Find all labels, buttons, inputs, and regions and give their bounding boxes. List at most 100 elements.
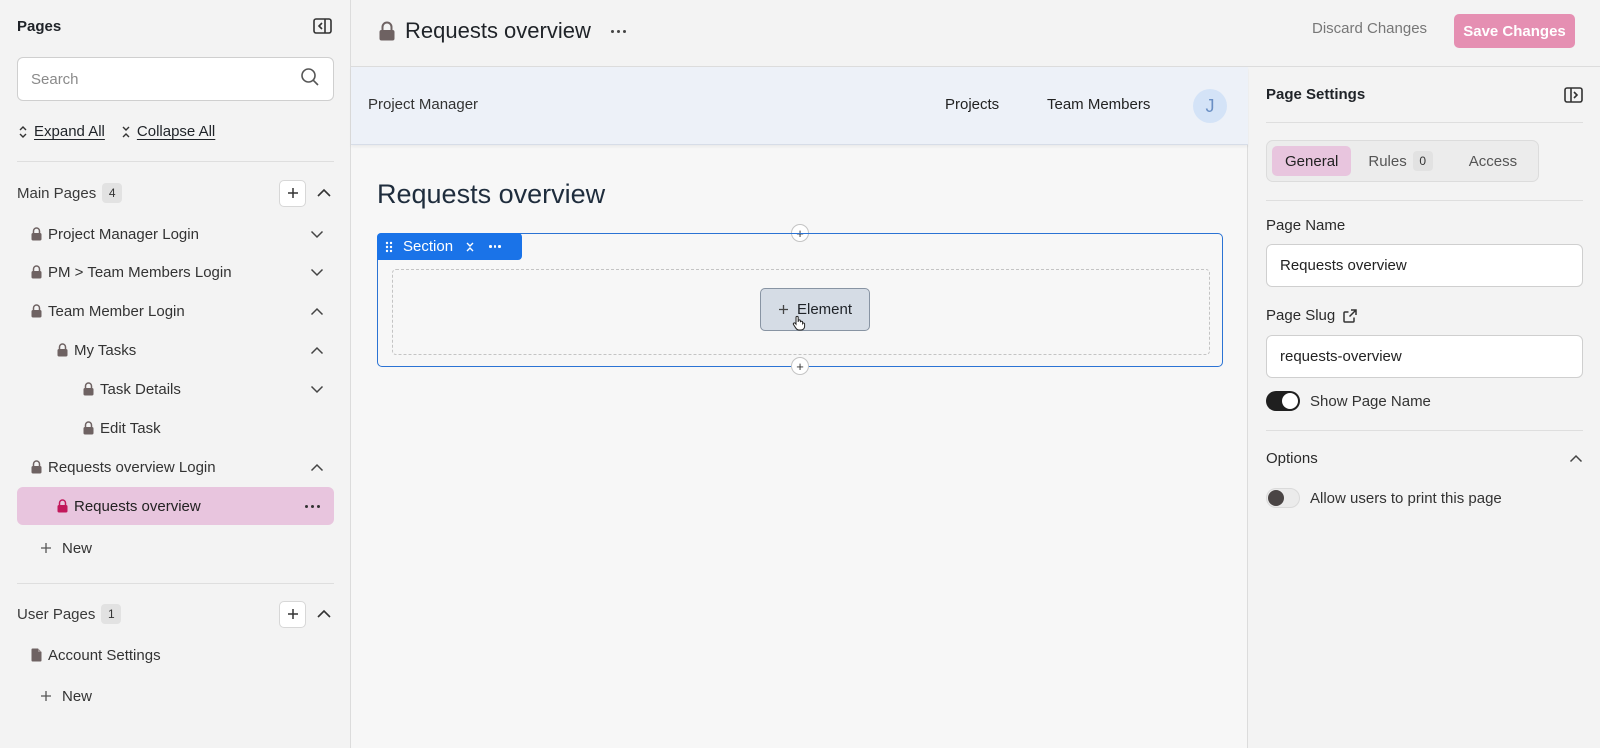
collapse-panel-icon[interactable]	[1564, 86, 1583, 103]
tree-item-task-details[interactable]: Task Details	[17, 370, 334, 408]
external-link-icon[interactable]	[1343, 308, 1357, 323]
plus-icon	[778, 305, 788, 314]
tree-item-edit-task[interactable]: Edit Task	[17, 409, 334, 447]
tree-item-account-settings[interactable]: Account Settings	[17, 636, 334, 674]
pages-sidebar: Pages Expand All Collapse All Main	[0, 0, 351, 748]
tab-general[interactable]: General	[1272, 146, 1352, 176]
user-pages-group-header: User Pages 1	[17, 600, 334, 628]
tree-item-team-member-login[interactable]: Team Member Login	[17, 292, 334, 330]
discard-changes-button[interactable]: Discard Changes	[1312, 20, 1427, 37]
show-page-name-label: Show Page Name	[1310, 392, 1431, 410]
settings-header: Page Settings	[1266, 86, 1583, 103]
expand-icon	[19, 125, 27, 138]
collapse-section-icon[interactable]	[465, 241, 475, 253]
file-icon	[31, 648, 42, 662]
page-canvas: Project Manager Projects Team Members J …	[351, 67, 1248, 748]
new-label: New	[62, 539, 93, 557]
collapse-sidebar-icon[interactable]	[311, 16, 333, 36]
page-name-input[interactable]	[1280, 257, 1569, 274]
page-name-label: Page Name	[1266, 217, 1346, 234]
tree-item-label: Task Details	[100, 380, 181, 398]
tree-item-requests-overview[interactable]: Requests overview	[17, 487, 334, 525]
tree-item-label: Team Member Login	[48, 302, 185, 320]
section-more-icon[interactable]	[489, 245, 501, 248]
page-name-field[interactable]	[1266, 244, 1583, 287]
nav-link-projects[interactable]: Projects	[945, 96, 999, 113]
sidebar-title: Pages	[17, 17, 62, 35]
main-pages-count-badge: 4	[102, 183, 123, 203]
collapse-icon	[122, 126, 130, 137]
lock-icon	[379, 21, 395, 41]
search-box[interactable]	[17, 57, 334, 101]
chevron-up-icon[interactable]	[310, 307, 324, 316]
drag-handle-icon[interactable]	[385, 241, 393, 253]
tree-item-label: Project Manager Login	[48, 225, 199, 243]
divider	[17, 161, 334, 162]
chevron-down-icon[interactable]	[310, 268, 324, 277]
search-icon[interactable]	[300, 67, 320, 91]
chevron-up-icon[interactable]	[310, 463, 324, 472]
avatar[interactable]: J	[1193, 89, 1227, 123]
allow-print-toggle[interactable]	[1266, 488, 1300, 508]
show-page-name-toggle[interactable]	[1266, 391, 1300, 411]
chevron-down-icon[interactable]	[310, 385, 324, 394]
tree-item-label: Requests overview	[74, 497, 201, 515]
expand-collapse-controls: Expand All Collapse All	[18, 123, 215, 140]
chevron-down-icon[interactable]	[310, 230, 324, 239]
add-section-below-button[interactable]: +	[791, 357, 809, 375]
collapse-all-link[interactable]: Collapse All	[121, 123, 215, 140]
tab-rules[interactable]: Rules 0	[1355, 146, 1445, 176]
divider	[1266, 200, 1583, 201]
tab-access[interactable]: Access	[1456, 146, 1530, 176]
settings-title: Page Settings	[1266, 86, 1366, 103]
tree-item-label: Edit Task	[100, 419, 161, 437]
page-title: Requests overview	[405, 18, 591, 43]
user-pages-label: User Pages	[17, 605, 96, 623]
page-settings-panel: Page Settings General Rules 0 Access Pag…	[1249, 67, 1600, 748]
allow-print-label: Allow users to print this page	[1310, 489, 1502, 507]
add-main-page-button[interactable]	[279, 179, 306, 207]
tree-item-pm-team-members-login[interactable]: PM > Team Members Login	[17, 253, 334, 291]
lock-icon	[31, 304, 42, 318]
lock-icon	[31, 460, 42, 474]
chevron-up-icon[interactable]	[1569, 454, 1583, 463]
page-heading: Requests overview	[377, 179, 606, 209]
page-slug-input[interactable]	[1280, 348, 1569, 365]
more-options-icon[interactable]	[305, 504, 320, 508]
editor-topbar: Requests overview Discard Changes Save C…	[351, 0, 1600, 67]
lock-icon	[57, 499, 68, 513]
search-input[interactable]	[31, 70, 300, 88]
section-block[interactable]: Section Element	[377, 233, 1223, 367]
tree-item-project-manager-login[interactable]: Project Manager Login	[17, 215, 334, 253]
options-header[interactable]: Options	[1266, 450, 1583, 467]
app-brand[interactable]: Project Manager	[368, 96, 478, 113]
add-user-page-button[interactable]	[279, 600, 306, 628]
tree-item-my-tasks[interactable]: My Tasks	[17, 331, 334, 369]
user-pages-count-badge: 1	[101, 604, 122, 624]
lock-icon	[31, 227, 42, 241]
tree-item-label: Requests overview Login	[48, 458, 216, 476]
new-user-page-button[interactable]: New	[40, 685, 92, 707]
chevron-up-icon[interactable]	[310, 346, 324, 355]
main-pages-group-header: Main Pages 4	[17, 179, 334, 207]
more-options-icon[interactable]	[610, 29, 626, 33]
save-changes-button[interactable]: Save Changes	[1454, 14, 1575, 48]
lock-icon	[57, 343, 68, 357]
chevron-up-icon[interactable]	[314, 609, 334, 619]
page-slug-field[interactable]	[1266, 335, 1583, 378]
tree-item-label: PM > Team Members Login	[48, 263, 232, 281]
nav-link-team-members[interactable]: Team Members	[1047, 96, 1150, 113]
tab-rules-label: Rules	[1368, 152, 1407, 170]
plus-icon	[41, 543, 51, 553]
tree-item-requests-overview-login[interactable]: Requests overview Login	[17, 448, 334, 486]
element-drop-zone: Element	[392, 269, 1210, 355]
page-slug-label-row: Page Slug	[1266, 307, 1357, 324]
plus-icon	[287, 188, 298, 198]
chevron-up-icon[interactable]	[314, 188, 334, 198]
add-element-button[interactable]: Element	[760, 288, 870, 331]
tree-item-label: Account Settings	[48, 646, 161, 664]
options-label: Options	[1266, 450, 1318, 467]
collapse-all-label: Collapse All	[136, 123, 216, 140]
expand-all-link[interactable]: Expand All	[18, 123, 105, 140]
new-main-page-button[interactable]: New	[40, 537, 92, 559]
